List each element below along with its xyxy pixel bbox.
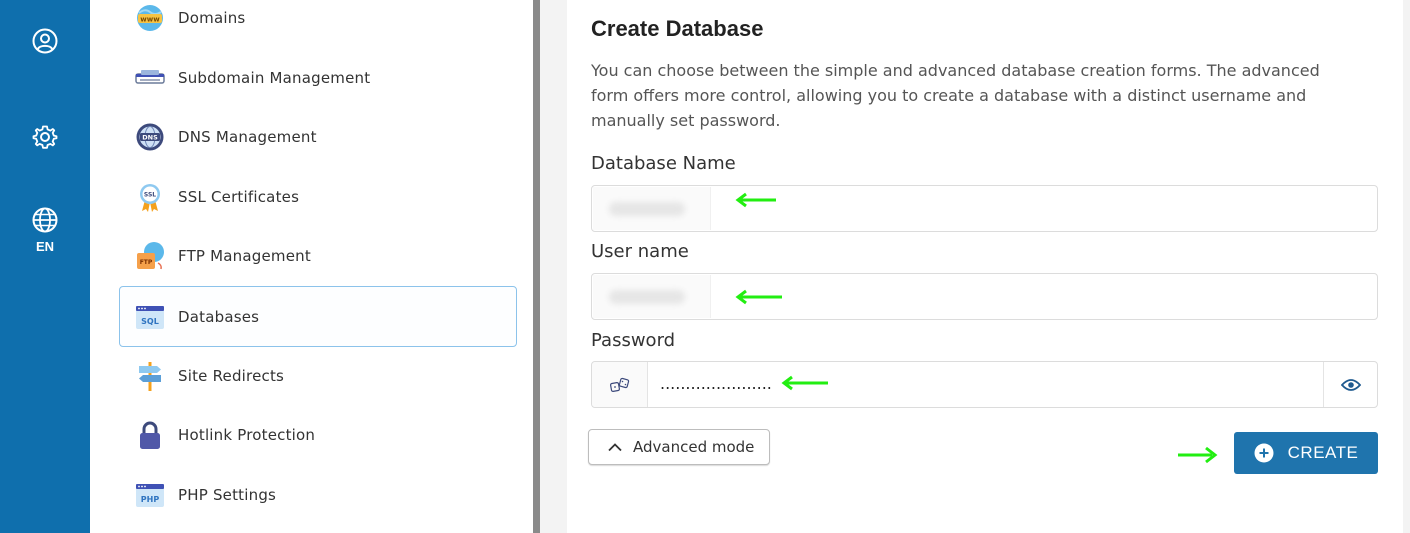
chevron-up-icon [608,443,622,452]
menu-item-ssl-certificates[interactable]: SSL SSL Certificates [119,167,517,226]
redacted-value [593,275,711,318]
svg-text:SQL: SQL [141,317,159,326]
user-name-label: User name [591,241,689,262]
user-circle-icon [32,28,58,54]
password-input[interactable]: ...................... [591,361,1378,408]
service-menu: www Domains Subdomain Management DNS DNS… [90,0,533,533]
menu-item-domains[interactable]: www Domains [119,0,517,47]
menu-item-label: Hotlink Protection [178,425,316,444]
php-window-icon: PHP [135,480,165,510]
signpost-icon [135,361,165,391]
svg-text:www: www [140,15,160,23]
menu-item-label: Domains [178,8,246,27]
password-value: ...................... [660,374,772,393]
svg-text:FTP: FTP [140,259,153,266]
svg-text:SSL: SSL [144,191,156,198]
advanced-mode-label: Advanced mode [633,438,755,456]
menu-item-label: PHP Settings [178,485,277,504]
menu-item-label: Databases [178,307,260,326]
annotation-arrow-icon [735,289,782,305]
menu-item-label: SSL Certificates [178,187,300,206]
annotation-arrow-icon [1178,446,1218,464]
language-label: EN [35,239,55,254]
create-button-label: CREATE [1287,443,1359,462]
gear-icon [32,125,58,149]
menu-item-label: FTP Management [178,246,311,265]
globe-icon [32,207,58,233]
redacted-value [593,187,711,230]
padlock-icon [135,420,165,450]
svg-text:PHP: PHP [141,495,160,504]
dice-icon [609,377,629,392]
menu-item-ftp-management[interactable]: FTP FTP Management [119,226,517,285]
settings-button[interactable] [0,124,90,150]
svg-text:DNS: DNS [142,133,158,141]
dns-globe-icon: DNS [135,122,165,152]
create-button[interactable]: CREATE [1234,432,1378,474]
database-name-label: Database Name [591,153,736,174]
ftp-folder-icon: FTP [135,241,165,271]
menu-item-label: DNS Management [178,127,317,146]
plus-circle-icon [1254,443,1274,463]
menu-item-dns-management[interactable]: DNS DNS Management [119,107,517,166]
user-name-input[interactable] [591,273,1378,320]
menu-item-databases[interactable]: SQL Databases [119,286,517,347]
menu-item-subdomain-management[interactable]: Subdomain Management [119,48,517,107]
language-button[interactable]: EN [0,207,90,254]
annotation-arrow-icon [781,375,828,391]
sql-window-icon: SQL [135,302,165,332]
menu-item-site-redirects[interactable]: Site Redirects [119,346,517,405]
toggle-password-visibility-button[interactable] [1323,362,1377,407]
password-label: Password [591,330,676,351]
subdomain-icon [135,63,165,93]
www-globe-icon: www [135,3,165,33]
advanced-mode-button[interactable]: Advanced mode [588,429,770,465]
database-name-input[interactable] [591,185,1378,232]
menu-item-label: Subdomain Management [178,68,371,87]
panel-divider[interactable] [533,0,540,533]
annotation-arrow-icon [735,192,776,208]
menu-item-php-settings[interactable]: PHP PHP Settings [119,465,517,524]
left-rail: EN [0,0,90,533]
ssl-badge-icon: SSL [135,182,165,212]
generate-password-button[interactable] [592,362,648,407]
eye-icon [1340,378,1361,391]
page-title: Create Database [591,16,764,41]
menu-item-label: Site Redirects [178,366,285,385]
account-button[interactable] [0,28,90,54]
form-description: You can choose between the simple and ad… [591,61,1320,130]
menu-item-hotlink-protection[interactable]: Hotlink Protection [119,405,517,464]
